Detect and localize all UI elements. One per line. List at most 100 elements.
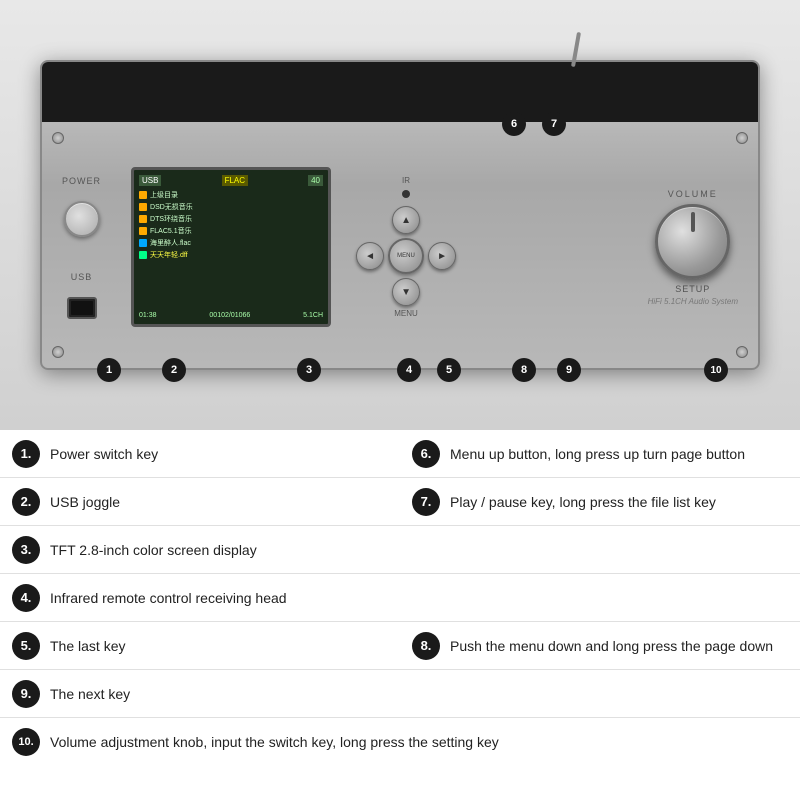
usb-inner	[71, 301, 93, 315]
label-text-8: Push the menu down and long press the pa…	[450, 638, 773, 654]
file-name: 上级目录	[150, 190, 178, 200]
nav-cross: ▲ ▼ ◄ ► MENU	[356, 206, 456, 306]
num-badge: 40	[308, 175, 323, 186]
badge-6: 6.	[412, 440, 440, 468]
label-text-7: Play / pause key, long press the file li…	[450, 494, 716, 510]
left-controls: POWER USB	[62, 176, 101, 319]
label-row-5-8: 5. The last key 8. Push the menu down an…	[0, 622, 800, 670]
badge-5: 5.	[12, 632, 40, 660]
file-name-highlight: 天天年轻.dff	[150, 250, 188, 260]
music-icon	[139, 239, 147, 247]
label-text-4: Infrared remote control receiving head	[50, 590, 287, 606]
callout-1: 1	[97, 358, 121, 382]
callout-9: 9	[557, 358, 581, 382]
screen-header: USB FLAC 40	[139, 175, 323, 186]
badge-8: 8.	[412, 632, 440, 660]
callout-6: 6	[502, 112, 526, 136]
label-cell-8: 8. Push the menu down and long press the…	[400, 622, 800, 669]
file-name: 海里醉人.flac	[150, 238, 191, 248]
folder-icon	[139, 227, 147, 235]
label-cell-2: 2. USB joggle	[0, 478, 400, 525]
display-screen: USB FLAC 40 上级目录 DSD无损音乐 DTS环绕音乐	[131, 167, 331, 327]
label-text-6: Menu up button, long press up turn page …	[450, 446, 745, 462]
usb-port[interactable]	[67, 297, 97, 319]
ir-label: IR	[402, 176, 410, 185]
badge-4: 4.	[12, 584, 40, 612]
setup-label: SETUP	[675, 284, 710, 294]
label-cell-9: 9. The next key	[0, 670, 800, 717]
power-label: POWER	[62, 176, 101, 186]
right-controls: VOLUME SETUP HiFi 5.1CH Audio System	[648, 189, 738, 306]
file-name: FLAC5.1音乐	[150, 226, 192, 236]
label-row-3: 3. TFT 2.8-inch color screen display	[0, 526, 800, 574]
playing-icon	[139, 251, 147, 259]
badge-1: 1.	[12, 440, 40, 468]
nav-section: IR ▲ ▼ ◄ ► MENU MENU	[356, 176, 456, 318]
badge-9: 9.	[12, 680, 40, 708]
file-item: DSD无损音乐	[139, 201, 323, 213]
label-cell-1: 1. Power switch key	[0, 430, 400, 477]
label-cell-3: 3. TFT 2.8-inch color screen display	[0, 526, 800, 573]
badge-3: 3.	[12, 536, 40, 564]
usb-badge: USB	[139, 175, 161, 186]
label-row-2-7: 2. USB joggle 7. Play / pause key, long …	[0, 478, 800, 526]
label-cell-7: 7. Play / pause key, long press the file…	[400, 478, 800, 525]
menu-label: MENU	[394, 309, 418, 318]
badge-2: 2.	[12, 488, 40, 516]
file-item: FLAC5.1音乐	[139, 225, 323, 237]
file-item: 上级目录	[139, 189, 323, 201]
file-name: DSD无损音乐	[150, 202, 193, 212]
screen-footer: 01:38 00102/01066 5.1CH	[139, 312, 323, 319]
ir-dot	[402, 190, 410, 198]
callout-5: 5	[437, 358, 461, 382]
device-body: POWER USB USB FLAC 40 上级目录	[42, 122, 758, 372]
callout-7: 7	[542, 112, 566, 136]
label-text-10: Volume adjustment knob, input the switch…	[50, 734, 499, 750]
usb-label: USB	[71, 272, 93, 282]
folder-icon	[139, 215, 147, 223]
label-row-1-6: 1. Power switch key 6. Menu up button, l…	[0, 430, 800, 478]
track-display: 00102/01066	[209, 312, 250, 319]
label-text-1: Power switch key	[50, 446, 158, 462]
power-button[interactable]	[64, 201, 100, 237]
nav-btn-up[interactable]: ▲	[392, 206, 420, 234]
label-cell-6: 6. Menu up button, long press up turn pa…	[400, 430, 800, 477]
nav-btn-down[interactable]: ▼	[392, 278, 420, 306]
label-cell-10: 10. Volume adjustment knob, input the sw…	[0, 718, 800, 766]
label-text-9: The next key	[50, 686, 130, 702]
callout-3: 3	[297, 358, 321, 382]
folder-icon	[139, 203, 147, 211]
file-item: 海里醉人.flac	[139, 237, 323, 249]
device-top-strip	[42, 62, 758, 122]
label-cell-5: 5. The last key	[0, 622, 400, 669]
menu-text: MENU	[397, 253, 415, 259]
file-item: 天天年轻.dff	[139, 249, 323, 261]
callout-4: 4	[397, 358, 421, 382]
label-row-10: 10. Volume adjustment knob, input the sw…	[0, 718, 800, 766]
hifi-label: HiFi 5.1CH Audio System	[648, 297, 738, 306]
badge-7: 7.	[412, 488, 440, 516]
label-row-9: 9. The next key	[0, 670, 800, 718]
device-chassis: POWER USB USB FLAC 40 上级目录	[40, 60, 760, 370]
volume-label: VOLUME	[668, 189, 718, 199]
file-list: 上级目录 DSD无损音乐 DTS环绕音乐 FLAC5.1音乐	[139, 189, 323, 261]
label-text-5: The last key	[50, 638, 125, 654]
callout-8: 8	[512, 358, 536, 382]
nav-center-button[interactable]: MENU	[388, 238, 424, 274]
channel-display: 5.1CH	[303, 312, 323, 319]
file-name: DTS环绕音乐	[150, 214, 192, 224]
nav-btn-right[interactable]: ►	[428, 242, 456, 270]
label-cell-4: 4. Infrared remote control receiving hea…	[0, 574, 800, 621]
label-text-2: USB joggle	[50, 494, 120, 510]
time-display: 01:38	[139, 312, 157, 319]
nav-btn-left[interactable]: ◄	[356, 242, 384, 270]
badge-10: 10.	[12, 728, 40, 756]
volume-knob[interactable]	[655, 204, 730, 279]
folder-icon	[139, 191, 147, 199]
device-area: POWER USB USB FLAC 40 上级目录	[0, 0, 800, 430]
label-text-3: TFT 2.8-inch color screen display	[50, 542, 257, 558]
labels-section: 1. Power switch key 6. Menu up button, l…	[0, 430, 800, 766]
flac-badge: FLAC	[222, 175, 248, 186]
label-row-4: 4. Infrared remote control receiving hea…	[0, 574, 800, 622]
callout-2: 2	[162, 358, 186, 382]
